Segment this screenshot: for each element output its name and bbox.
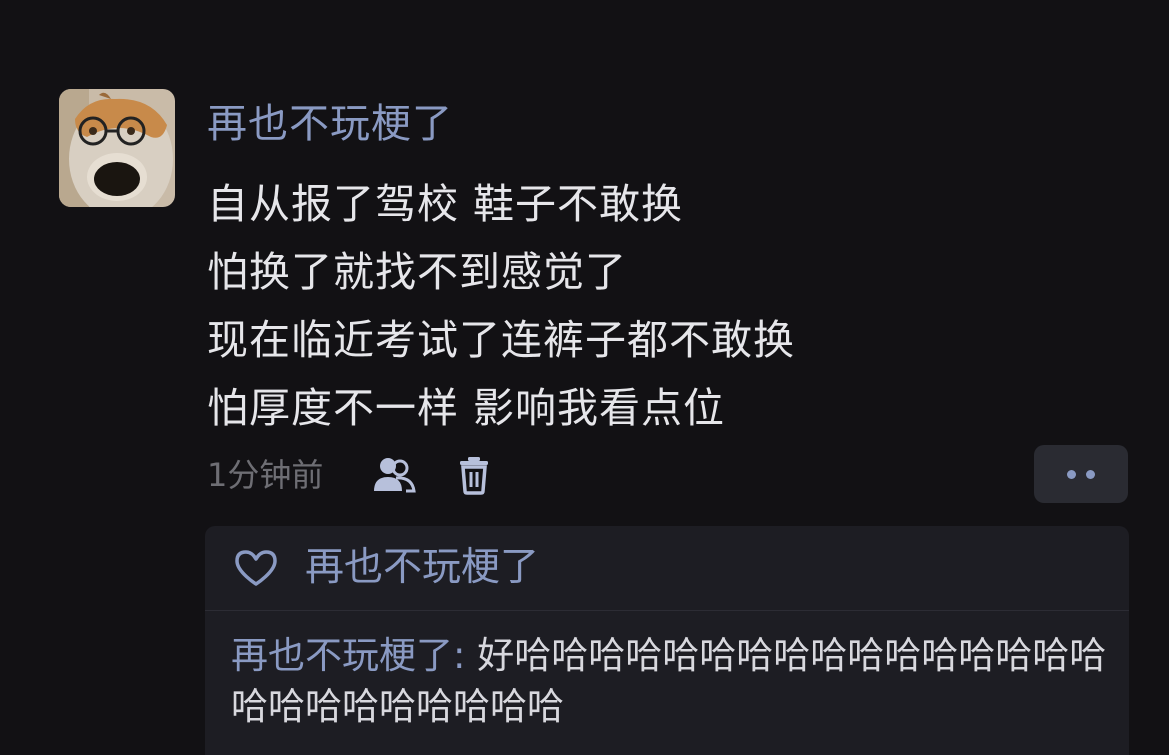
heart-icon xyxy=(235,550,277,586)
interaction-panel: 再也不玩梗了 再也不玩梗了: 好哈哈哈哈哈哈哈哈哈哈哈哈哈哈哈哈哈哈哈哈哈哈哈哈… xyxy=(205,526,1129,755)
more-options-button[interactable] xyxy=(1034,445,1128,503)
comment-separator: : xyxy=(453,634,478,677)
post-timestamp: 1分钟前 xyxy=(207,456,324,494)
comment[interactable]: 再也不玩梗了: 好哈哈哈哈哈哈哈哈哈哈哈哈哈哈哈哈哈哈哈哈哈哈哈哈哈 xyxy=(231,630,1126,732)
post-username[interactable]: 再也不玩梗了 xyxy=(207,96,453,152)
post-line: 怕厚度不一样 影响我看点位 xyxy=(207,384,726,432)
post-line: 现在临近考试了连裤子都不敢换 xyxy=(207,316,795,364)
more-dots-icon xyxy=(1086,469,1095,479)
friends-icon xyxy=(374,458,416,493)
more-dots-icon xyxy=(1067,469,1076,479)
delete-button[interactable] xyxy=(451,452,497,498)
avatar-image xyxy=(59,89,175,207)
post-line: 怕换了就找不到感觉了 xyxy=(207,248,627,296)
post-body: 自从报了驾校 鞋子不敢换 怕换了就找不到感觉了 现在临近考试了连裤子都不敢换 怕… xyxy=(207,170,1087,442)
likes-row: 再也不玩梗了 xyxy=(205,526,1129,611)
post-line: 自从报了驾校 鞋子不敢换 xyxy=(207,180,684,228)
trash-icon xyxy=(460,457,488,495)
visibility-button[interactable] xyxy=(372,452,418,498)
comment-author[interactable]: 再也不玩梗了 xyxy=(231,634,453,677)
avatar[interactable] xyxy=(59,89,175,207)
liker-name[interactable]: 再也不玩梗了 xyxy=(305,542,539,594)
